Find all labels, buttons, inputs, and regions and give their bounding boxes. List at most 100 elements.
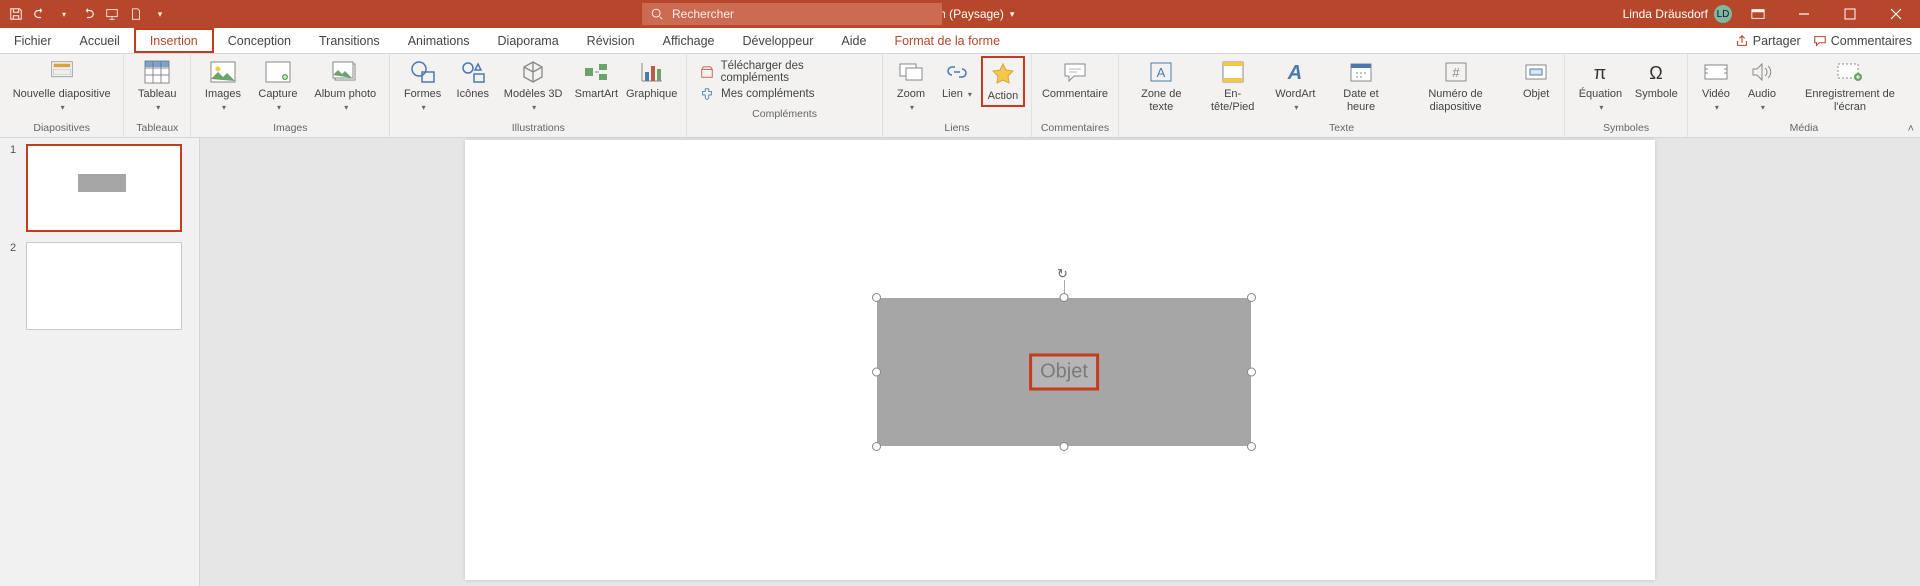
maximize-icon[interactable] [1830,0,1870,28]
search-box[interactable] [642,3,942,25]
new-slide-icon [48,58,76,86]
qat-customize-icon[interactable]: ▾ [152,6,168,22]
resize-handle-e[interactable] [1247,368,1256,377]
undo-dropdown-icon[interactable]: ▾ [56,6,72,22]
tab-conception[interactable]: Conception [214,28,305,53]
resize-handle-sw[interactable] [872,442,881,451]
slide-thumbnail-1[interactable] [26,144,182,232]
smartart-button[interactable]: SmartArt [572,56,622,103]
resize-handle-se[interactable] [1247,442,1256,451]
thumb-shape-preview [78,174,126,192]
date-time-button[interactable]: Date et heure [1325,56,1397,115]
tab-accueil[interactable]: Accueil [66,28,134,53]
icons-icon [459,58,487,86]
close-icon[interactable] [1876,0,1916,28]
resize-handle-nw[interactable] [872,293,881,302]
slide-number-button[interactable]: # Numéro de diapositive [1399,56,1512,115]
slide-editor-area[interactable]: ↻ Objet [200,138,1920,586]
tab-aide[interactable]: Aide [827,28,880,53]
text-box-button[interactable]: A Zone de texte [1125,56,1198,115]
rotation-handle-icon[interactable]: ↻ [1057,266,1071,280]
group-label-media: Média [1790,120,1819,137]
photo-album-button[interactable]: Album photo [307,56,383,115]
comment-button[interactable]: Commentaire [1038,56,1112,103]
symbol-button[interactable]: Ω Symbole [1632,56,1681,103]
object-placeholder-label[interactable]: Objet [1029,354,1099,391]
group-media: Vidéo Audio Enregistrement de l'écran Mé… [1688,54,1920,137]
tab-developpeur[interactable]: Développeur [729,28,828,53]
slide-thumbnail-2[interactable] [26,242,182,330]
group-symboles: π Équation Ω Symbole Symboles [1565,54,1688,137]
chart-button[interactable]: Graphique [623,56,680,103]
save-icon[interactable] [8,6,24,22]
group-label-tableaux: Tableaux [136,120,178,137]
album-icon [331,58,359,86]
zoom-button[interactable]: Zoom [889,56,933,115]
3d-models-button[interactable]: Modèles 3D [497,56,570,115]
tab-insertion[interactable]: Insertion [134,28,214,53]
object-icon [1522,58,1550,86]
group-label-commentaires: Commentaires [1041,120,1109,137]
wordart-icon: A [1281,58,1309,86]
share-icon [1735,34,1749,48]
tab-format-forme[interactable]: Format de la forme [880,28,1014,53]
tab-diaporama[interactable]: Diaporama [484,28,573,53]
group-label-texte: Texte [1329,120,1354,137]
group-illustrations: Formes Icônes Modèles 3D SmartArt [390,54,687,137]
table-button[interactable]: Tableau [130,56,184,115]
tab-transitions[interactable]: Transitions [305,28,394,53]
tab-fichier[interactable]: Fichier [0,28,66,53]
shapes-button[interactable]: Formes [396,56,448,115]
share-label: Partager [1753,34,1801,48]
audio-button[interactable]: Audio [1740,56,1784,115]
screen-recording-button[interactable]: Enregistrement de l'écran [1786,56,1914,115]
resize-handle-s[interactable] [1060,442,1069,451]
slide-canvas[interactable]: ↻ Objet [465,140,1655,580]
comments-button[interactable]: Commentaires [1813,34,1912,48]
search-icon [650,7,664,21]
link-button[interactable]: Lien [935,56,979,103]
tab-affichage[interactable]: Affichage [649,28,729,53]
share-button[interactable]: Partager [1735,34,1801,48]
selected-shape[interactable]: ↻ Objet [877,298,1251,446]
equation-button[interactable]: π Équation [1571,56,1630,115]
tab-animations[interactable]: Animations [394,28,484,53]
user-avatar[interactable]: LD [1714,5,1732,23]
get-addins-button[interactable]: Télécharger des compléments [699,60,870,84]
slideshow-icon[interactable] [104,6,120,22]
icons-button[interactable]: Icônes [451,56,495,103]
minimize-icon[interactable] [1784,0,1824,28]
new-slide-button[interactable]: Nouvelle diapositive [6,56,117,115]
group-label-complements: Compléments [752,106,817,123]
redo-icon[interactable] [80,6,96,22]
group-images: Images Capture Album photo Images [191,54,390,137]
action-button[interactable]: Action [981,56,1025,107]
undo-icon[interactable] [32,6,48,22]
new-file-icon[interactable] [128,6,144,22]
video-button[interactable]: Vidéo [1694,56,1738,115]
my-addins-button[interactable]: Mes compléments [699,86,870,102]
ribbon-tabs: Fichier Accueil Insertion Conception Tra… [0,28,1920,54]
user-name-label[interactable]: Linda Dräusdorf [1623,7,1708,21]
header-footer-icon [1219,58,1247,86]
collapse-ribbon-icon[interactable]: ˄ [1908,123,1914,135]
resize-handle-w[interactable] [872,368,881,377]
comments-label: Commentaires [1831,34,1912,48]
screenshot-button[interactable]: Capture [251,56,305,115]
group-commentaires: Commentaire Commentaires [1032,54,1119,137]
ribbon-display-options-icon[interactable] [1738,0,1778,28]
addin-icon [699,86,715,102]
header-footer-button[interactable]: En-tête/Pied [1200,56,1266,115]
resize-handle-ne[interactable] [1247,293,1256,302]
object-button[interactable]: Objet [1514,56,1558,103]
zoom-icon [897,58,925,86]
quick-access-toolbar: ▾ ▾ [0,6,176,22]
svg-text:π: π [1594,63,1606,83]
tab-revision[interactable]: Révision [573,28,649,53]
search-input[interactable] [672,7,934,21]
group-tableaux: Tableau Tableaux [124,54,191,137]
resize-handle-n[interactable] [1060,293,1069,302]
wordart-button[interactable]: A WordArt [1268,56,1323,115]
title-dropdown-icon[interactable]: ▾ [1010,9,1015,20]
images-button[interactable]: Images [197,56,249,115]
